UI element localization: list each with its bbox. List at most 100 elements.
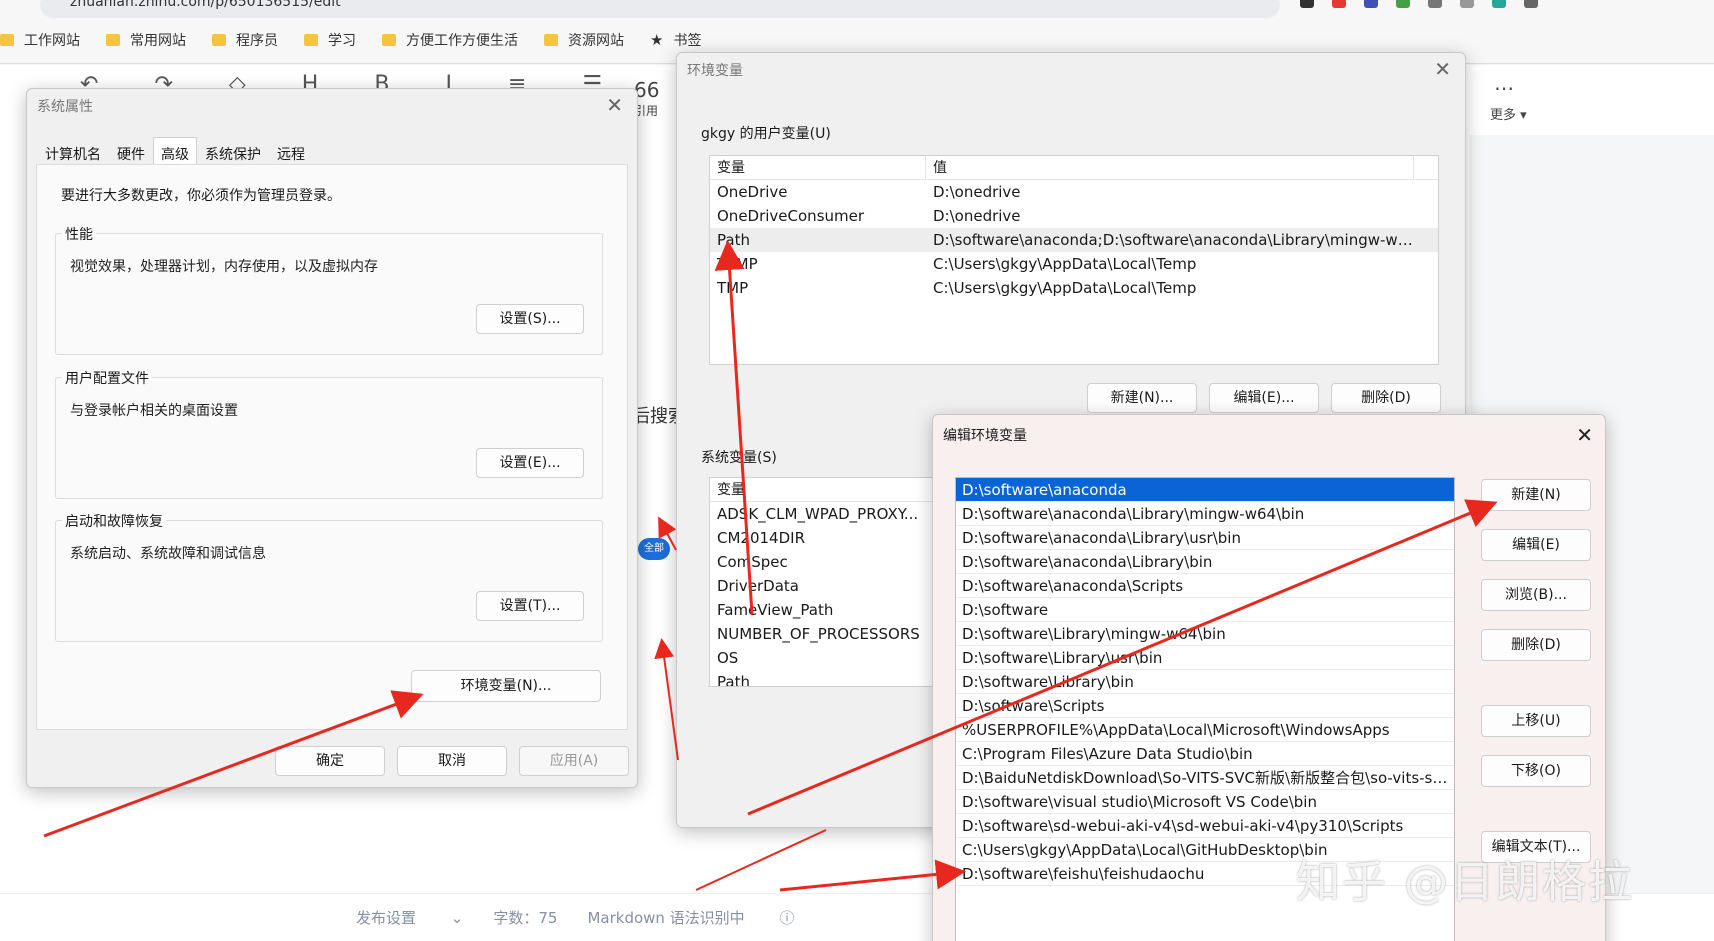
path-item[interactable]: D:\software\sd-webui-aki-v4\sd-webui-aki… [956,814,1454,838]
table-row[interactable]: DriverData [710,574,948,598]
extension-icon[interactable] [1364,0,1378,8]
apply-button[interactable]: 应用(A) [519,746,629,776]
path-item[interactable]: D:\software\anaconda\Library\mingw-w64\b… [956,502,1454,526]
user-profile-group: 用户配置文件 与登录帐户相关的桌面设置 设置(E)... [55,368,603,499]
var-value: D:\onedrive [933,207,1021,225]
var-value: C:\Users\gkgy\AppData\Local\Temp [933,255,1197,273]
path-item[interactable]: C:\Program Files\Azure Data Studio\bin [956,742,1454,766]
table-row[interactable]: TMP C:\Users\gkgy\AppData\Local\Temp [710,276,1438,300]
bookmark-item[interactable]: 方便工作方便生活 [382,30,518,50]
path-item[interactable]: D:\software\Library\mingw-w64\bin [956,622,1454,646]
var-name: TEMP [717,255,758,273]
var-value: C:\Users\gkgy\AppData\Local\Temp [933,279,1197,297]
environment-variables-button[interactable]: 环境变量(N)... [411,670,601,702]
var-name: CM2014DIR [717,529,805,547]
user-new-button[interactable]: 新建(N)... [1087,383,1197,413]
var-name: ADSK_CLM_WPAD_PROXY... [717,505,919,523]
watermark: 知乎 @日朗格拉 [1296,857,1634,908]
table-row[interactable]: OneDriveConsumer D:\onedrive [710,204,1438,228]
table-row[interactable]: FameView_Path [710,598,948,622]
group-desc: 系统启动、系统故障和调试信息 [70,546,266,562]
star-icon: ★ [650,31,664,49]
extension-icon[interactable] [1396,0,1410,8]
path-item[interactable]: D:\software\anaconda\Scripts [956,574,1454,598]
ok-button[interactable]: 确定 [275,746,385,776]
table-row[interactable]: TEMP C:\Users\gkgy\AppData\Local\Temp [710,252,1438,276]
system-vars-list[interactable]: 变量 ADSK_CLM_WPAD_PROXY... CM2014DIR ComS… [709,477,949,687]
cancel-button[interactable]: 取消 [397,746,507,776]
bookmark-item[interactable]: ★ 书签 [650,30,701,50]
user-vars-list[interactable]: 变量 值 OneDrive D:\onedrive OneDriveConsume… [709,155,1439,365]
extension-icon[interactable] [1332,0,1346,8]
bookmark-item[interactable]: 程序员 [212,30,278,50]
more-icon[interactable]: ⋯ [1494,76,1514,100]
var-name: OS [717,649,739,667]
path-item[interactable]: %USERPROFILE%\AppData\Local\Microsoft\Wi… [956,718,1454,742]
address-bar[interactable]: zhuanlan.zhihu.com/p/650136515/edit [40,0,1280,18]
table-row[interactable]: ADSK_CLM_WPAD_PROXY... [710,502,948,526]
path-item[interactable]: D:\software\anaconda\Library\usr\bin [956,526,1454,550]
performance-settings-button[interactable]: 设置(S)... [476,304,584,334]
tab-remote[interactable]: 远程 [269,137,313,165]
path-item[interactable]: D:\BaiduNetdiskDownload\So-VITS-SVC新版\新版… [956,766,1454,790]
system-properties-dialog: 系统属性 ✕ 计算机名 硬件 高级 系统保护 远程 要进行大多数更改，你必须作为… [26,88,638,788]
path-item[interactable]: D:\software\Library\bin [956,670,1454,694]
close-icon[interactable]: ✕ [1434,57,1451,81]
extension-icon[interactable] [1524,0,1538,8]
more-menu[interactable]: 更多 ▾ [1490,104,1527,123]
column-header-var[interactable]: 变量 [710,478,948,501]
column-header-value[interactable]: 值 [926,156,1414,179]
table-row[interactable]: Path D:\software\anaconda;D:\software\ana… [710,228,1438,252]
dialog-title: 环境变量 [687,63,743,79]
publish-settings[interactable]: 发布设置 ⌄ [356,907,463,928]
close-icon[interactable]: ✕ [606,93,623,117]
user-delete-button[interactable]: 删除(D) [1331,383,1441,413]
delete-path-button[interactable]: 删除(D) [1481,629,1591,661]
new-path-button[interactable]: 新建(N) [1481,479,1591,511]
bookmark-item[interactable]: 学习 [304,30,356,50]
advanced-panel: 要进行大多数更改，你必须作为管理员登录。 性能 视觉效果，处理器计划，内存使用，… [36,164,628,730]
extension-icon[interactable] [1300,0,1314,8]
tab-computer-name[interactable]: 计算机名 [37,137,109,165]
group-desc: 视觉效果，处理器计划，内存使用，以及虚拟内存 [70,259,378,275]
dialog-title: 编辑环境变量 [943,428,1027,444]
column-header-var[interactable]: 变量 [710,156,926,179]
tab-system-protection[interactable]: 系统保护 [197,137,269,165]
bookmark-item[interactable]: 工作网站 [0,30,80,50]
bookmark-item[interactable]: 常用网站 [106,30,186,50]
var-name: FameView_Path [717,601,834,619]
path-item[interactable]: D:\software [956,598,1454,622]
group-desc: 与登录帐户相关的桌面设置 [70,403,238,419]
edit-path-button[interactable]: 编辑(E) [1481,529,1591,561]
browse-path-button[interactable]: 浏览(B)... [1481,579,1591,611]
table-row[interactable]: NUMBER_OF_PROCESSORS [710,622,948,646]
move-up-button[interactable]: 上移(U) [1481,705,1591,737]
user-profile-settings-button[interactable]: 设置(E)... [476,448,584,478]
table-row[interactable]: ComSpec [710,550,948,574]
path-item[interactable]: D:\software\visual studio\Microsoft VS C… [956,790,1454,814]
list-header: 变量 值 [710,156,1438,180]
word-count: 字数：75 [493,909,558,927]
group-label: 启动和故障恢复 [62,511,166,531]
extension-icon[interactable] [1492,0,1506,8]
startup-settings-button[interactable]: 设置(T)... [476,591,584,621]
table-row[interactable]: CM2014DIR [710,526,948,550]
tab-hardware[interactable]: 硬件 [109,137,153,165]
path-item[interactable]: D:\software\anaconda\Library\bin [956,550,1454,574]
close-icon[interactable]: ✕ [1576,423,1593,447]
folder-icon [212,34,226,46]
table-row[interactable]: OS [710,646,948,670]
tab-advanced[interactable]: 高级 [153,137,197,165]
extension-icon[interactable] [1460,0,1474,8]
move-down-button[interactable]: 下移(O) [1481,755,1591,787]
path-item[interactable]: D:\software\Scripts [956,694,1454,718]
user-edit-button[interactable]: 编辑(E)... [1209,383,1319,413]
folder-icon [0,34,14,46]
table-row[interactable]: OneDrive D:\onedrive [710,180,1438,204]
extension-icon[interactable] [1428,0,1442,8]
path-item[interactable]: D:\software\anaconda [956,478,1454,502]
bookmark-item[interactable]: 资源网站 [544,30,624,50]
path-item[interactable]: D:\software\Library\usr\bin [956,646,1454,670]
table-row[interactable]: Path [710,670,948,686]
bookmarks-bar: 工作网站 常用网站 程序员 学习 方便工作方便生活 资源网站 ★ 书签 [0,28,727,52]
